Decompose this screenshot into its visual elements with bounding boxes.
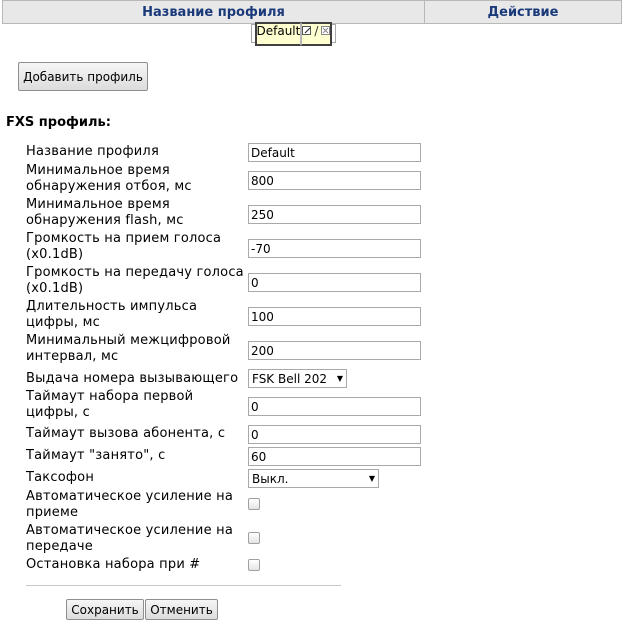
busy-timeout-input[interactable]: 60: [248, 447, 421, 466]
min-onhook-label: Минимальное время обнаружения отбоя, мс: [26, 163, 192, 194]
digit-pulse-label: Длительность импульса цифры, мс: [26, 299, 198, 330]
busy-timeout-label: Таймаут "занято", с: [26, 448, 166, 463]
edit-icon[interactable]: [302, 26, 312, 35]
action-separator: /: [314, 23, 319, 38]
add-profile-button[interactable]: Добавить профиль: [18, 62, 148, 91]
profile-name-cell[interactable]: Default: [254, 21, 302, 46]
tx-gain-label: Громкость на передачу голоса (x0.1dB): [26, 265, 244, 296]
payphone-select[interactable]: Выкл. ▼: [248, 469, 379, 488]
rx-gain-label: Громкость на прием голоса (x0.1dB): [26, 231, 222, 262]
chevron-down-icon: ▼: [368, 474, 375, 483]
column-header-profile-name: Название профиля: [2, 0, 425, 24]
min-flash-input[interactable]: 250: [248, 205, 421, 224]
delete-icon[interactable]: [321, 26, 331, 35]
call-timeout-input[interactable]: 0: [248, 425, 421, 444]
payphone-selected: Выкл.: [252, 471, 289, 486]
profiles-table-header: Название профиля Действие: [2, 0, 622, 24]
call-timeout-label: Таймаут вызова абонента, с: [26, 426, 226, 441]
caller-id-label: Выдача номера вызывающего: [26, 371, 239, 386]
interdigit-label: Минимальный межцифровой интервал, мс: [26, 333, 231, 364]
agc-tx-label: Автоматическое усиление на передаче: [26, 523, 233, 554]
first-digit-timeout-label: Таймаут набора первой цифры, с: [26, 389, 194, 420]
agc-rx-label: Автоматическое усиление на приеме: [26, 489, 233, 520]
stop-dial-hash-checkbox[interactable]: [248, 559, 260, 571]
caller-id-selected: FSK Bell 202: [252, 371, 327, 386]
cancel-button[interactable]: Отменить: [145, 599, 218, 620]
fxs-section-title: FXS профиль:: [6, 115, 111, 130]
interdigit-input[interactable]: 200: [248, 341, 421, 360]
action-cell: /: [301, 21, 333, 46]
rx-gain-input[interactable]: -70: [248, 239, 421, 258]
divider: [26, 585, 341, 586]
tx-gain-input[interactable]: 0: [248, 273, 421, 292]
payphone-label: Таксофон: [26, 470, 95, 485]
first-digit-timeout-input[interactable]: 0: [248, 397, 421, 416]
agc-rx-checkbox[interactable]: [248, 498, 260, 510]
min-onhook-input[interactable]: 800: [248, 171, 421, 190]
caller-id-select[interactable]: FSK Bell 202 ▼: [248, 369, 347, 388]
profiles-table: Название профиля Действие Default /: [2, 0, 622, 46]
digit-pulse-input[interactable]: 100: [248, 307, 421, 326]
column-header-action: Действие: [424, 0, 622, 24]
profile-name-label: Название профиля: [26, 144, 159, 159]
stop-dial-hash-label: Остановка набора при #: [26, 557, 201, 572]
min-flash-label: Минимальное время обнаружения flash, мс: [26, 197, 184, 228]
profile-name-input[interactable]: Default: [248, 143, 421, 162]
table-row[interactable]: Default /: [250, 21, 337, 46]
save-button[interactable]: Сохранить: [66, 599, 144, 620]
chevron-down-icon: ▼: [336, 374, 343, 383]
agc-tx-checkbox[interactable]: [248, 532, 260, 544]
